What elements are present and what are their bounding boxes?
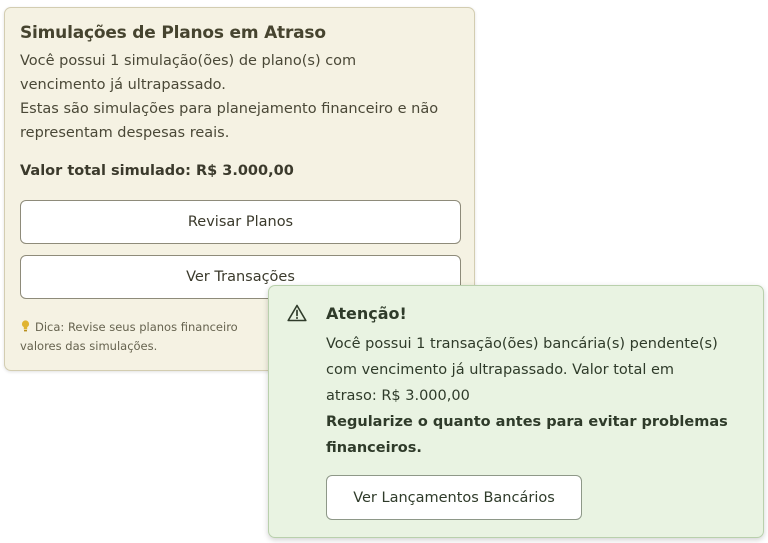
alert-message-line: atraso: R$ 3.000,00 bbox=[326, 388, 470, 404]
alert-title: Atenção! bbox=[326, 304, 407, 323]
view-bank-entries-button[interactable]: Ver Lançamentos Bancários bbox=[326, 475, 582, 520]
simulation-description-line: vencimento já ultrapassado. bbox=[20, 77, 226, 93]
alert-emphasis-line: financeiros. bbox=[326, 440, 422, 456]
simulation-card-title: Simulações de Planos em Atraso bbox=[20, 23, 326, 43]
simulation-total: Valor total simulado: R$ 3.000,00 bbox=[20, 163, 294, 179]
alert-message: Você possui 1 transação(ões) bancária(s)… bbox=[326, 331, 756, 461]
alert-message-line: Você possui 1 transação(ões) bancária(s)… bbox=[326, 336, 718, 352]
warning-triangle-icon bbox=[287, 304, 307, 322]
simulation-tip-text: Dica: Revise seus planos financeiro bbox=[35, 320, 238, 334]
simulation-description-line: Estas são simulações para planejamento f… bbox=[20, 101, 439, 117]
review-plans-button[interactable]: Revisar Planos bbox=[20, 200, 461, 244]
simulation-description: Você possui 1 simulação(ões) de plano(s)… bbox=[20, 49, 465, 145]
alert-emphasis-line: Regularize o quanto antes para evitar pr… bbox=[326, 414, 728, 430]
overdue-alert-card: Atenção! Você possui 1 transação(ões) ba… bbox=[268, 285, 764, 538]
lightbulb-icon bbox=[20, 319, 31, 333]
simulation-description-line: Você possui 1 simulação(ões) de plano(s)… bbox=[20, 53, 357, 69]
alert-message-line: com vencimento já ultrapassado. Valor to… bbox=[326, 362, 675, 378]
simulation-description-line: representam despesas reais. bbox=[20, 125, 230, 141]
